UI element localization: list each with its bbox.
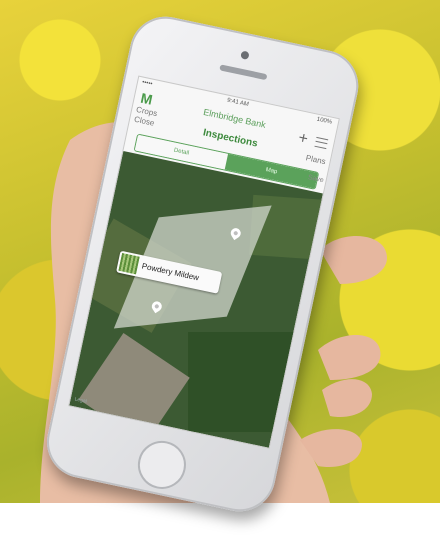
map-field — [188, 332, 309, 433]
map-field — [78, 332, 190, 445]
callout-label: Powdery Mildew — [140, 261, 200, 283]
map-view[interactable]: Powdery Mildew Legal — [69, 151, 323, 448]
front-camera — [240, 50, 250, 60]
map-legal[interactable]: Legal — [74, 396, 87, 404]
menu-icon[interactable] — [314, 136, 329, 150]
earpiece — [219, 64, 268, 81]
crop-thumbnail — [118, 253, 140, 275]
home-button[interactable] — [133, 436, 191, 494]
